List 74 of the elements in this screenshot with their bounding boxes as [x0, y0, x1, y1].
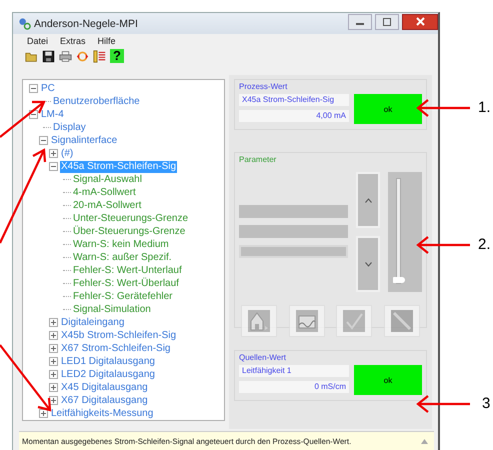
callout-number: 3 — [482, 396, 490, 412]
group-title: Prozess-Wert — [239, 82, 288, 91]
status-indicator: ok — [354, 94, 422, 124]
tree-item[interactable]: LED2 Digitalausgang — [60, 368, 156, 380]
tree-item[interactable]: Fehler-S: Gerätefehler — [72, 290, 174, 302]
tree-item[interactable]: Über-Steuerungs-Grenze — [72, 226, 186, 238]
tree-item[interactable]: Signal-Simulation — [72, 304, 152, 316]
window-title: Anderson-Negele-MPI — [34, 18, 138, 30]
expand-toggle[interactable] — [49, 370, 58, 379]
tree-item[interactable]: Unter-Steuerungs-Grenze — [72, 212, 190, 224]
chevron-up-icon — [364, 198, 372, 202]
value-field: 0 mS/cm — [239, 381, 349, 393]
expand-toggle[interactable] — [49, 344, 58, 353]
name-field: Leitfähigkeit 1 — [239, 365, 349, 377]
group-title: Quellen-Wert — [239, 353, 287, 362]
callout-number: 1. — [478, 100, 491, 116]
group-title: Parameter — [239, 155, 278, 164]
minimize-button[interactable] — [348, 14, 372, 30]
collapse-toggle[interactable] — [29, 84, 38, 93]
refresh-icon[interactable] — [76, 50, 89, 62]
collapse-toggle[interactable] — [49, 162, 58, 171]
close-icon — [416, 17, 424, 26]
arrow — [416, 236, 470, 254]
menu-item[interactable]: Hilfe — [98, 36, 116, 46]
app-icon — [18, 17, 31, 30]
tree-item[interactable]: Benutzeroberfläche — [52, 96, 141, 108]
maximize-button[interactable] — [375, 14, 399, 30]
menu-item[interactable]: Extras — [60, 36, 86, 46]
chart-icon — [296, 310, 318, 332]
tree-item[interactable]: Digitaleingang — [60, 316, 126, 328]
arrow — [416, 99, 470, 117]
tree-item[interactable]: X45a Strom-Schleifen-Sig — [60, 160, 178, 172]
menu-item[interactable]: Datei — [27, 36, 48, 46]
check-icon — [343, 310, 366, 332]
name-field: X45a Strom-Schleifen-Sig — [239, 94, 349, 106]
expand-toggle[interactable] — [49, 331, 58, 340]
expand-toggle[interactable] — [49, 149, 58, 158]
expand-toggle[interactable] — [49, 357, 58, 366]
callout-number: 2. — [478, 237, 491, 253]
help-button[interactable]: ? — [110, 49, 124, 63]
tree-item[interactable]: X45b Strom-Schleifen-Sig — [60, 330, 178, 342]
tree-item[interactable]: Signal-Auswahl — [72, 174, 143, 186]
tree-item[interactable]: 20-mA-Sollwert — [72, 200, 142, 212]
pen-icon — [390, 310, 413, 332]
tree-item[interactable]: (#) — [60, 148, 74, 160]
save-icon[interactable] — [42, 50, 55, 62]
close-button[interactable] — [402, 14, 438, 30]
status-indicator: ok — [354, 365, 422, 395]
value-field: 4,00 mA — [239, 110, 349, 122]
expand-toggle[interactable] — [49, 383, 58, 392]
expand-toggle[interactable] — [39, 409, 48, 418]
tree-item[interactable]: Leitfähigkeits-Messung — [50, 408, 154, 420]
list-icon[interactable] — [93, 50, 106, 62]
tree-item[interactable]: X67 Strom-Schleifen-Sig — [60, 342, 172, 354]
house-icon — [248, 310, 270, 332]
arrow — [416, 395, 470, 413]
tree-item[interactable]: Fehler-S: Wert-Unterlauf — [72, 264, 183, 276]
tree-item[interactable]: PC — [40, 82, 56, 94]
tree-item[interactable]: LM-4 — [40, 108, 65, 120]
tree-item[interactable]: Warn-S: kein Medium — [72, 238, 170, 250]
tree-item[interactable]: X67 Digitalausgang — [60, 394, 149, 406]
tree-item[interactable]: Display — [52, 122, 87, 134]
maximize-icon — [383, 18, 391, 26]
tree-item[interactable]: X45 Digitalausgang — [60, 382, 149, 394]
collapse-toggle[interactable] — [39, 136, 48, 145]
expand-toggle[interactable] — [49, 318, 58, 327]
tree-item[interactable]: LED1 Digitalausgang — [60, 356, 156, 368]
tree-item[interactable]: Warn-S: außer Spezif. — [72, 252, 173, 264]
tree-item[interactable]: 4-mA-Sollwert — [72, 186, 137, 198]
arrow — [0, 344, 52, 412]
tree-item[interactable]: Signalinterface — [50, 134, 118, 146]
printer-icon[interactable] — [59, 50, 72, 62]
tree-item[interactable]: Fehler-S: Wert-Überlauf — [72, 278, 180, 290]
chevron-down-icon — [364, 262, 372, 266]
